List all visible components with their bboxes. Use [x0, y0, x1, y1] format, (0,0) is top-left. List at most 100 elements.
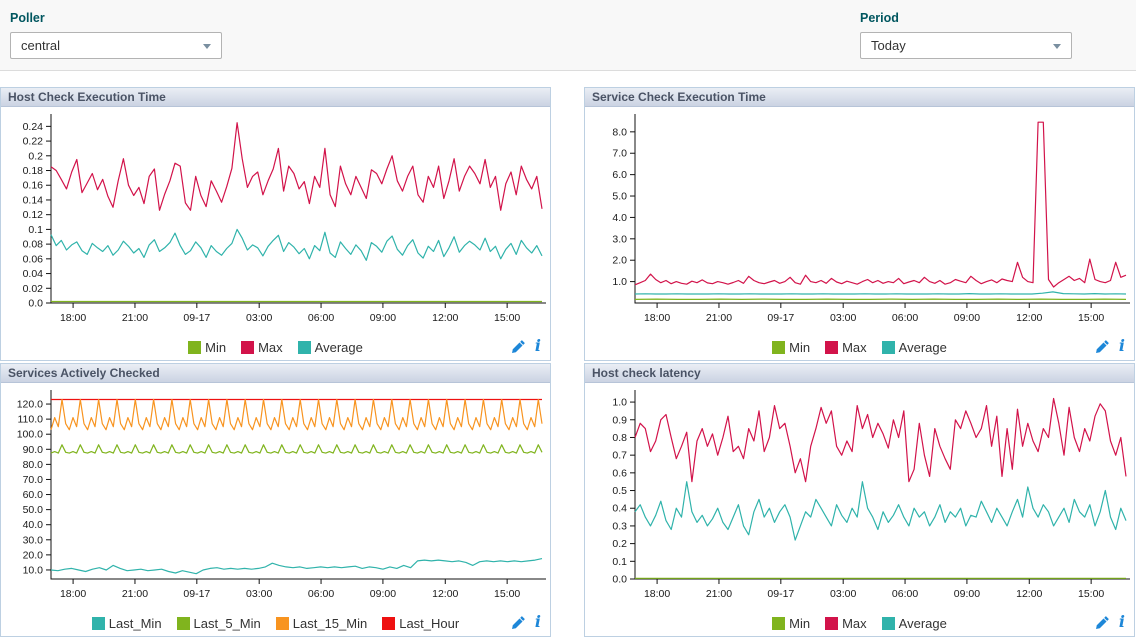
x-tick-label: 03:00 — [830, 588, 856, 600]
edit-graph-icon[interactable] — [511, 339, 526, 354]
y-tick-label: 2.0 — [612, 255, 627, 267]
legend-item-last-min: Last_Min — [92, 616, 162, 631]
poller-selected-value: central — [21, 38, 60, 53]
series-line-max — [635, 399, 1126, 482]
y-tick-label: 0.04 — [23, 268, 44, 280]
chevron-down-icon — [1053, 44, 1061, 49]
panel-service-check-execution-time: Service Check Execution Time 1.0 2.0 3.0 4.0… — [584, 87, 1135, 361]
charts-grid: Host Check Execution Time0.00.020.040.06… — [0, 87, 1136, 637]
filter-bar: Poller central Period Today — [0, 0, 1136, 71]
legend-swatch-max — [825, 617, 838, 630]
y-tick-label: 70.0 — [23, 474, 44, 486]
chart-host-check-latency: 0.00.10.20.30.40.50.60.70.80.91.018:0021… — [585, 385, 1134, 611]
x-tick-label: 12:00 — [1016, 588, 1042, 600]
chart-axes — [51, 114, 546, 303]
series-line-last-min — [51, 559, 542, 574]
series-line-max — [635, 122, 1126, 287]
panel-title: Host check latency — [585, 364, 1134, 383]
x-tick-label: 18:00 — [644, 312, 670, 324]
info-icon[interactable]: i — [535, 338, 541, 354]
graph-actions: i — [511, 613, 541, 630]
x-tick-label: 03:00 — [830, 312, 856, 324]
panel-host-check-latency: Host check latency0.00.10.20.30.40.50.60… — [584, 363, 1135, 637]
series-line-average — [635, 482, 1126, 540]
y-tick-label: 1.0 — [612, 276, 627, 288]
chart-services-actively-checked: 10.020.030.040.050.060.070.080.090.0100.… — [1, 385, 550, 611]
legend-item-last-5-min: Last_5_Min — [177, 616, 261, 631]
y-tick-label: 0.22 — [23, 136, 44, 148]
legend-swatch-min — [188, 341, 201, 354]
x-tick-label: 06:00 — [892, 312, 918, 324]
series-line-max — [51, 123, 542, 211]
x-tick-label: 15:00 — [494, 588, 520, 600]
y-tick-label: 4.0 — [612, 212, 627, 224]
y-tick-label: 0.6 — [612, 467, 627, 479]
panel-services-actively-checked: Services Actively Checked10.020.030.040.… — [0, 363, 551, 637]
y-tick-label: 0.0 — [612, 574, 627, 586]
legend-label: Max — [842, 616, 867, 631]
legend-swatch-max — [241, 341, 254, 354]
period-label: Period — [860, 11, 1072, 25]
chart-host-check-execution-time: 0.00.020.040.060.080.10.120.140.160.180.… — [1, 109, 550, 335]
y-tick-label: 0.3 — [612, 520, 627, 532]
y-tick-label: 1.0 — [612, 397, 627, 409]
period-selected-value: Today — [871, 38, 906, 53]
series-line-last-15-min — [51, 400, 542, 430]
x-tick-label: 12:00 — [1016, 312, 1042, 324]
y-tick-label: 110.0 — [18, 414, 44, 426]
panel-title: Services Actively Checked — [1, 364, 550, 383]
chart-axes — [51, 390, 546, 579]
x-tick-label: 03:00 — [246, 312, 272, 324]
legend-swatch-average — [882, 341, 895, 354]
legend-label: Max — [258, 340, 283, 355]
y-tick-label: 20.0 — [23, 549, 44, 561]
legend-label: Last_Hour — [399, 616, 459, 631]
y-tick-label: 0.08 — [23, 239, 44, 251]
legend-label: Min — [789, 340, 810, 355]
y-tick-label: 0.8 — [612, 432, 627, 444]
x-tick-label: 06:00 — [892, 588, 918, 600]
x-tick-label: 09:00 — [370, 588, 396, 600]
poller-select[interactable]: central — [10, 32, 222, 59]
y-tick-label: 90.0 — [23, 444, 44, 456]
series-line-average — [635, 292, 1126, 294]
y-tick-label: 5.0 — [612, 191, 627, 203]
x-tick-label: 09:00 — [954, 588, 980, 600]
poller-statistics-page: Poller central Period Today Host Check E… — [0, 0, 1136, 637]
info-icon[interactable]: i — [535, 614, 541, 630]
edit-graph-icon[interactable] — [1095, 615, 1110, 630]
legend-item-average: Average — [298, 340, 363, 355]
y-tick-label: 10.0 — [23, 564, 44, 576]
legend-label: Average — [315, 340, 363, 355]
x-tick-label: 06:00 — [308, 588, 334, 600]
y-tick-label: 0.7 — [612, 450, 627, 462]
y-tick-label: 3.0 — [612, 233, 627, 245]
legend-swatch-last-hour — [382, 617, 395, 630]
panel-title: Service Check Execution Time — [585, 88, 1134, 107]
x-tick-label: 09-17 — [767, 312, 794, 324]
edit-graph-icon[interactable] — [511, 615, 526, 630]
legend-label: Last_15_Min — [293, 616, 367, 631]
x-tick-label: 18:00 — [644, 588, 670, 600]
legend-label: Last_5_Min — [194, 616, 261, 631]
info-icon[interactable]: i — [1119, 614, 1125, 630]
legend-item-max: Max — [825, 616, 867, 631]
y-tick-label: 0.24 — [23, 121, 44, 133]
legend-swatch-average — [882, 617, 895, 630]
edit-graph-icon[interactable] — [1095, 339, 1110, 354]
period-filter: Period Today — [860, 11, 1072, 59]
legend-row: MinMaxAveragei — [585, 611, 1134, 636]
legend-item-min: Min — [188, 340, 226, 355]
poller-label: Poller — [10, 11, 222, 25]
info-icon[interactable]: i — [1119, 338, 1125, 354]
legend-row: Min Max Average i — [1, 335, 550, 360]
y-tick-label: 0.06 — [23, 253, 44, 265]
chart-service-check-execution-time: 1.02.03.04.05.06.07.08.018:0021:0009-170… — [585, 109, 1134, 335]
legend-swatch-average — [298, 341, 311, 354]
period-select[interactable]: Today — [860, 32, 1072, 59]
legend-item-min: Min — [772, 616, 810, 631]
legend-label: Average — [899, 340, 947, 355]
y-tick-label: 0.16 — [23, 180, 44, 192]
y-tick-label: 0.5 — [612, 485, 627, 497]
x-tick-label: 09-17 — [183, 588, 210, 600]
